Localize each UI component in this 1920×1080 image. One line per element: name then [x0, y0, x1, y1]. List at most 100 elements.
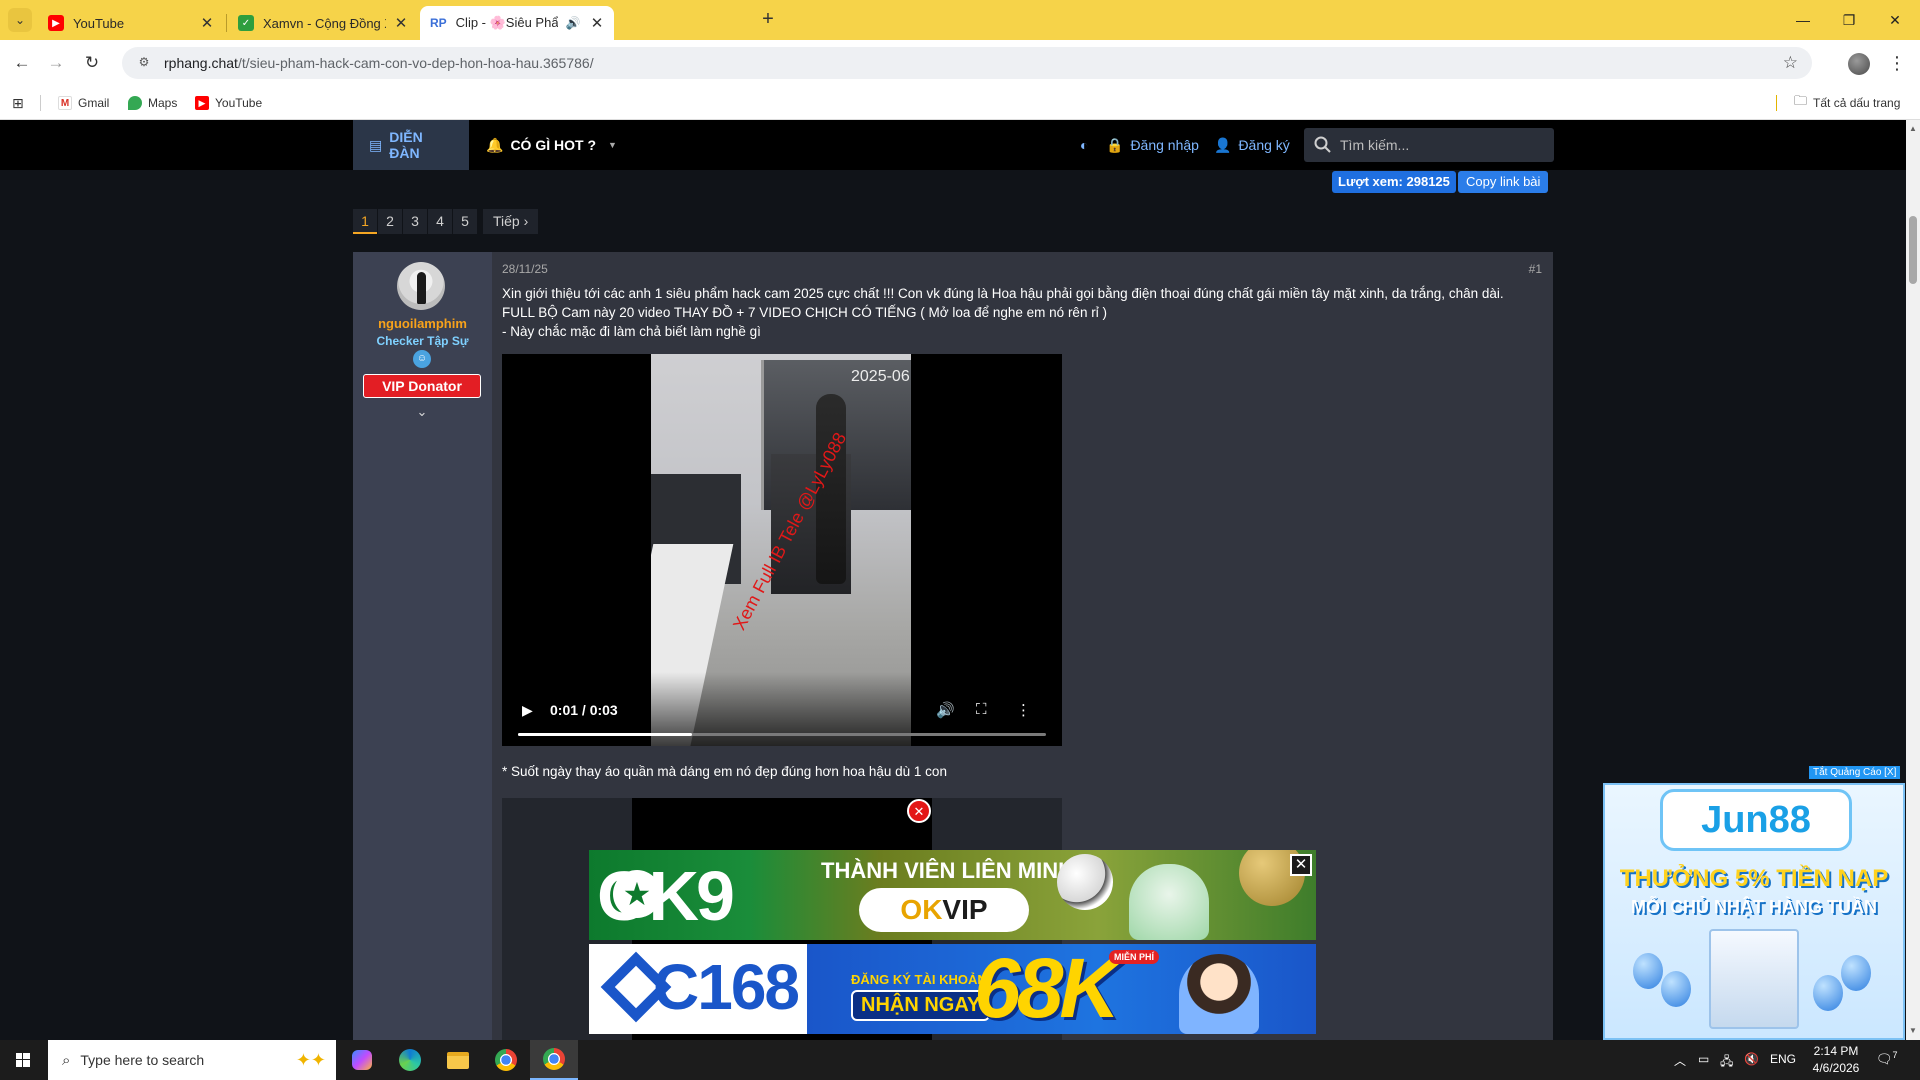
address-bar[interactable]: ⚙ rphang.chat/t/sieu-pham-hack-cam-con-v…	[122, 47, 1812, 79]
copy-link-button[interactable]: Copy link bài	[1458, 171, 1549, 193]
tab-clip-active[interactable]: RP Clip - 🌸Siêu Phẩm Hack C 🔊 ✕	[420, 6, 614, 40]
login-link[interactable]: 🔒 Đăng nhập	[1106, 120, 1199, 170]
copilot-icon[interactable]	[338, 1040, 386, 1080]
all-bookmarks[interactable]: 🗀 Tất cả dấu trang	[1794, 93, 1900, 112]
notification-count: 7	[1892, 1050, 1898, 1060]
video-time: 0:01 / 0:03	[550, 702, 618, 718]
scroll-up-icon[interactable]: ▲	[1908, 124, 1918, 133]
nav-hot[interactable]: 🔔 CÓ GÌ HOT ? ▼	[486, 120, 617, 170]
taskbar-search-placeholder: Type here to search	[80, 1052, 205, 1068]
video-controls: ▶ 0:01 / 0:03 🔊 ⛶ ⋮	[502, 672, 1062, 746]
taskbar-search-input[interactable]: ⌕ Type here to search ✦✦	[48, 1040, 336, 1080]
volume-muted-icon[interactable]: 🔇	[1744, 1052, 1759, 1066]
forward-button[interactable]: →	[42, 49, 70, 77]
apps-grid-icon[interactable]: ⊞	[12, 94, 24, 112]
edge-icon[interactable]	[386, 1040, 434, 1080]
tab-search-button[interactable]: ⌄	[8, 8, 32, 32]
video-player[interactable]: 2025-06 Xem Full IB Tele @LyLy088 ▶ 0:01…	[502, 354, 1062, 746]
bookmark-star-icon[interactable]: ☆	[1783, 53, 1798, 73]
close-tab-icon[interactable]: ✕	[198, 14, 216, 32]
mascot-image	[1179, 954, 1259, 1034]
browser-toolbar: ← → ↻ ⚙ rphang.chat/t/sieu-pham-hack-cam…	[0, 40, 1920, 86]
tab-title: Xamvn - Cộng Đồng Xe Ôm	[263, 15, 386, 31]
chrome-active-icon[interactable]	[530, 1040, 578, 1080]
fullscreen-icon[interactable]: ⛶	[976, 701, 987, 718]
chrome-icon[interactable]	[482, 1040, 530, 1080]
speaker-icon[interactable]: 🔊	[564, 16, 582, 30]
avatar[interactable]	[397, 262, 445, 310]
bookmark-maps[interactable]: Maps	[128, 94, 177, 112]
minimize-button[interactable]: —	[1780, 8, 1826, 32]
mascot-image	[1129, 864, 1209, 940]
windows-icon	[16, 1053, 30, 1067]
video-timestamp: 2025-06	[851, 368, 910, 385]
close-ad-button[interactable]: ✕	[1290, 854, 1312, 876]
chevron-down-icon[interactable]: ⌄	[411, 404, 433, 424]
search-icon: ⌕	[62, 1051, 71, 1069]
ad-ok9-banner[interactable]: OK9 ★ THÀNH VIÊN LIÊN MINH OKVIP	[589, 850, 1316, 940]
ad-jun88-banner[interactable]: Jun88 THƯỞNG 5% TIỀN NẠP MỖI CHỦ NHẬT HÀ…	[1603, 783, 1905, 1040]
username[interactable]: nguoilamphim	[353, 316, 492, 331]
scrollbar-thumb[interactable]	[1909, 216, 1917, 284]
browser-menu-icon[interactable]: ⋮	[1888, 51, 1906, 75]
user-title: Checker Tập Sự	[376, 334, 469, 348]
battery-icon[interactable]: ▭	[1698, 1052, 1709, 1066]
next-page-link[interactable]: Tiếp ›	[483, 209, 539, 234]
chevron-down-icon[interactable]: ▼	[608, 140, 617, 150]
bookmark-label: YouTube	[215, 96, 263, 110]
close-ad-icon[interactable]: ✕	[907, 799, 931, 823]
more-options-icon[interactable]: ⋮	[1016, 701, 1031, 719]
close-tab-icon[interactable]: ✕	[588, 14, 606, 32]
notification-icon[interactable]: 🗨7	[1876, 1050, 1898, 1070]
language-indicator[interactable]: ENG	[1770, 1052, 1796, 1066]
views-badge: Lượt xem: 298125	[1332, 171, 1456, 193]
network-icon[interactable]: 🖧	[1720, 1052, 1733, 1073]
page-link-1[interactable]: 1	[353, 209, 377, 234]
nav-forum[interactable]: ▤ DIỄN ĐÀN	[353, 120, 469, 170]
forum-search-input[interactable]: Tìm kiếm...	[1304, 128, 1554, 162]
register-link[interactable]: 👤 Đăng ký	[1214, 120, 1290, 170]
ad-c168-banner[interactable]: C168 ĐĂNG KÝ TÀI KHOẢN NHẬN NGAY 68K MIỄ…	[589, 944, 1316, 1034]
post-line: * Suốt ngày thay áo quần mà dáng em nó đ…	[502, 764, 947, 779]
c168-now-text: NHẬN NGAY	[851, 990, 991, 1021]
video-progress-bar[interactable]	[518, 733, 1046, 736]
star-icon: ★	[613, 870, 661, 918]
close-window-button[interactable]: ✕	[1872, 8, 1918, 32]
c168-amount: 68K	[974, 944, 1120, 1034]
profile-avatar[interactable]	[1848, 53, 1870, 75]
pagination: 1 2 3 4 5 Tiếp ›	[353, 209, 539, 234]
disable-ads-link[interactable]: Tắt Quảng Cáo [X]	[1809, 766, 1901, 779]
new-tab-button[interactable]: +	[756, 8, 780, 32]
user-badge-icon: ☺	[413, 350, 431, 368]
restore-button[interactable]: ❐	[1826, 8, 1872, 32]
post-line: Xin giới thiệu tới các anh 1 siêu phẩm h…	[502, 286, 1504, 301]
page-scrollbar[interactable]: ▲ ▼	[1906, 120, 1920, 1040]
tab-youtube[interactable]: ▶ YouTube ✕	[38, 6, 224, 40]
play-icon[interactable]: ▶	[522, 702, 533, 719]
reload-button[interactable]: ↻	[78, 49, 106, 77]
scroll-down-icon[interactable]: ▼	[1908, 1026, 1918, 1035]
page-link-4[interactable]: 4	[428, 209, 452, 234]
balloon-icon	[1633, 953, 1663, 989]
page-link-2[interactable]: 2	[378, 209, 402, 234]
clock[interactable]: 2:14 PM 4/6/2026	[1804, 1043, 1868, 1077]
page-link-5[interactable]: 5	[453, 209, 477, 234]
tab-xamvn[interactable]: ✓ Xamvn - Cộng Đồng Xe Ôm ✕	[228, 6, 418, 40]
back-button[interactable]: ←	[8, 49, 36, 77]
chevron-up-icon[interactable]: ︿	[1674, 1052, 1686, 1069]
file-explorer-icon[interactable]	[434, 1040, 482, 1080]
youtube-icon: ▶	[48, 15, 64, 31]
start-button[interactable]	[0, 1040, 46, 1080]
post-number[interactable]: #1	[1529, 262, 1542, 276]
bookmark-gmail[interactable]: M Gmail	[58, 94, 109, 112]
bookmark-youtube[interactable]: ▶ YouTube	[195, 94, 262, 112]
gift-box-image	[1709, 929, 1799, 1029]
volume-icon[interactable]: 🔊	[936, 701, 955, 719]
site-info-icon[interactable]: ⚙	[136, 55, 152, 71]
post-date[interactable]: 28/11/25	[502, 262, 548, 276]
theme-toggle-icon[interactable]: ◐	[1080, 120, 1088, 170]
close-tab-icon[interactable]: ✕	[392, 14, 410, 32]
page-link-3[interactable]: 3	[403, 209, 427, 234]
c168-logo: C168	[653, 951, 800, 1023]
vip-badge: VIP Donator	[363, 374, 481, 398]
